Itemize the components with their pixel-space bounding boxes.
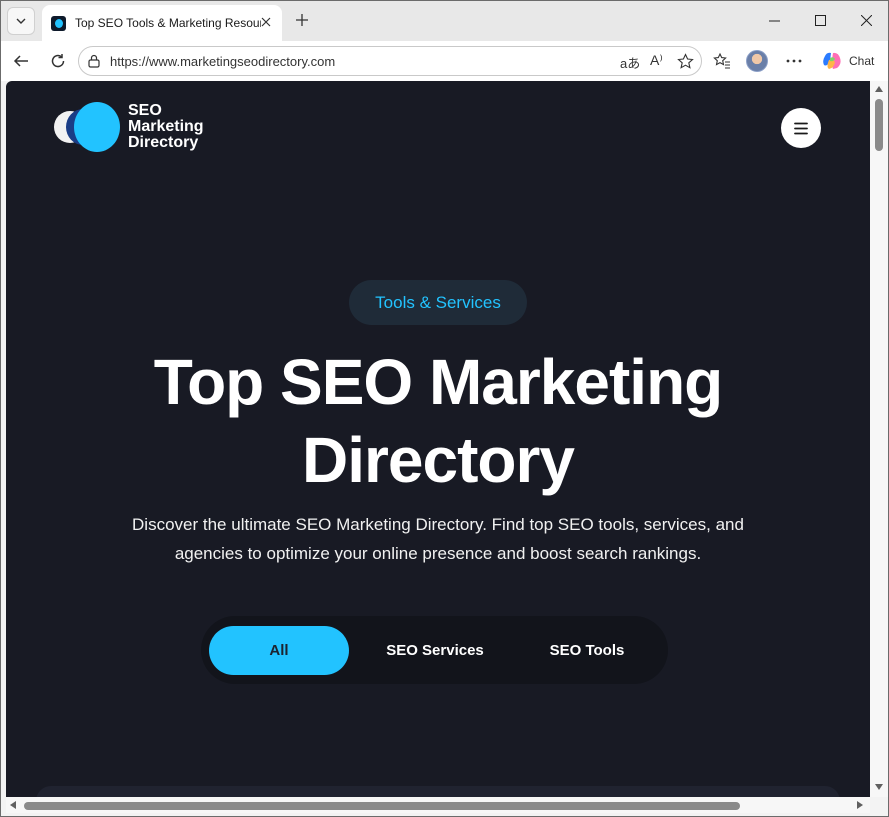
filter-tabs: All SEO Services SEO Tools [201, 616, 668, 684]
tab-actions-button[interactable] [7, 7, 35, 35]
page-subtitle: Discover the ultimate SEO Marketing Dire… [132, 515, 744, 563]
refresh-button[interactable] [45, 48, 71, 74]
back-button[interactable] [8, 48, 34, 74]
menu-button[interactable] [781, 108, 821, 148]
favorites-icon [713, 52, 730, 69]
copilot-chat-button[interactable]: Chat [815, 47, 885, 75]
close-tab-icon[interactable] [258, 14, 274, 30]
minimize-icon [768, 20, 780, 21]
hamburger-icon [794, 122, 808, 134]
browser-window: Top SEO Tools & Marketing Resources [0, 0, 889, 817]
vertical-scrollbar[interactable] [870, 81, 888, 797]
maximize-button[interactable] [805, 7, 835, 33]
directory-card-preview [36, 786, 840, 797]
page-viewport: SEO Marketing Directory Tools & Services… [6, 81, 870, 797]
read-aloud-icon[interactable]: A⁾ [650, 52, 663, 69]
filter-all-button[interactable]: All [209, 626, 349, 675]
horizontal-scrollbar[interactable] [6, 797, 870, 813]
close-window-icon [860, 14, 872, 26]
logo-line-1: SEO [128, 102, 162, 119]
page-title-line-2: Directory [302, 424, 575, 496]
logo-line-2: Marketing [128, 118, 204, 135]
new-tab-button[interactable] [291, 9, 313, 31]
url-text: https://www.marketingseodirectory.com [110, 54, 336, 69]
tab-strip: Top SEO Tools & Marketing Resources [1, 1, 888, 41]
scroll-down-icon[interactable] [875, 784, 883, 790]
page-title-line-1: Top SEO Marketing [153, 346, 724, 418]
horizontal-scroll-thumb[interactable] [24, 802, 740, 810]
browser-toolbar: https://www.marketingseodirectory.com aあ… [1, 41, 888, 81]
chevron-down-icon [16, 18, 26, 24]
favorite-star-icon[interactable] [677, 53, 694, 75]
more-button[interactable] [781, 48, 807, 74]
refresh-icon [51, 54, 65, 68]
category-badge: Tools & Services [349, 280, 527, 325]
filter-seo-services-button[interactable]: SEO Services [361, 626, 509, 675]
site-logo[interactable]: SEO Marketing Directory [54, 101, 204, 153]
active-tab[interactable]: Top SEO Tools & Marketing Resources [42, 5, 282, 41]
tab-title: Top SEO Tools & Marketing Resources [75, 16, 261, 30]
favorites-button[interactable] [709, 48, 735, 74]
site-info-icon[interactable] [87, 54, 101, 73]
scroll-left-icon[interactable] [10, 801, 16, 809]
logo-text: SEO Marketing Directory [128, 103, 204, 151]
plus-icon [296, 14, 308, 26]
scroll-right-icon[interactable] [857, 801, 863, 809]
filter-seo-tools-button[interactable]: SEO Tools [517, 626, 657, 675]
scroll-up-icon[interactable] [875, 86, 883, 92]
page-title: Top SEO Marketing Directory [6, 343, 870, 499]
profile-avatar[interactable] [746, 50, 768, 72]
logo-mark-icon [54, 101, 122, 153]
logo-line-3: Directory [128, 134, 199, 151]
translate-icon[interactable]: aあ [620, 53, 640, 72]
chat-label: Chat [849, 54, 875, 68]
maximize-icon [814, 14, 826, 26]
minimize-button[interactable] [759, 7, 789, 33]
more-icon [786, 59, 802, 63]
back-arrow-icon [13, 55, 28, 67]
vertical-scroll-thumb[interactable] [875, 99, 883, 151]
close-window-button[interactable] [851, 7, 881, 33]
address-bar[interactable]: https://www.marketingseodirectory.com aあ… [78, 46, 702, 76]
copilot-icon [823, 52, 841, 69]
site-favicon-icon [51, 15, 66, 31]
